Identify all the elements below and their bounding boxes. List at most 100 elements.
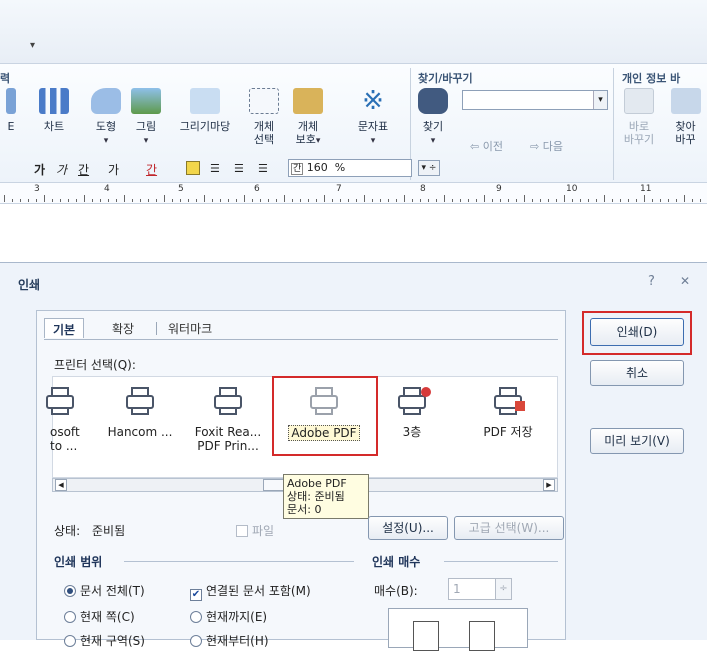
ruler-tick bbox=[436, 199, 437, 202]
ruler-tick bbox=[700, 199, 701, 202]
checkbox-include-linked[interactable]: ✔ 연결된 문서 포함(M) bbox=[190, 582, 311, 601]
print-to-file-checkbox[interactable]: 파일 bbox=[236, 522, 274, 539]
print-button[interactable]: 인쇄(D) bbox=[590, 318, 684, 346]
printer-icon bbox=[123, 385, 157, 417]
ruler-tick bbox=[260, 199, 261, 202]
bold-button[interactable]: 가 bbox=[34, 161, 45, 178]
group-title-find-replace: 찾기/바꾸기 bbox=[418, 72, 473, 85]
advanced-button[interactable]: 고급 선택(W)... bbox=[454, 516, 564, 540]
quick-access-dropdown-icon[interactable]: ▾ bbox=[30, 40, 35, 51]
settings-button[interactable]: 설정(U)... bbox=[368, 516, 448, 540]
find-prev-button[interactable]: ⇦ 이전 bbox=[470, 138, 503, 154]
ruler-tick bbox=[100, 199, 101, 202]
radio-whole-doc[interactable]: 문서 전체(T) bbox=[64, 582, 145, 599]
cancel-button[interactable]: 취소 bbox=[590, 360, 684, 386]
printer-item[interactable]: osoft to ... bbox=[30, 385, 90, 453]
ruler: 3 4 5 6 7 8 9 10 11 bbox=[0, 182, 707, 204]
binoculars-icon bbox=[418, 88, 448, 114]
ruler-tick bbox=[148, 199, 149, 202]
ruler-tick bbox=[348, 199, 349, 202]
radio-up-to-current[interactable]: 현재까지(E) bbox=[190, 608, 267, 625]
chart-button[interactable]: 차트 bbox=[34, 88, 74, 133]
ruler-tick bbox=[532, 199, 533, 202]
find-replace-button[interactable]: 찾아 바꾸 bbox=[664, 88, 707, 146]
ruler-label: 4 bbox=[104, 184, 110, 194]
strike-button[interactable]: 가 bbox=[108, 161, 119, 178]
picture-button[interactable]: 그림 ▾ bbox=[126, 88, 166, 148]
italic-button[interactable]: 가 bbox=[56, 161, 67, 178]
ruler-tick bbox=[68, 199, 69, 202]
align-justify-button[interactable] bbox=[186, 161, 200, 175]
ruler-label: 6 bbox=[254, 184, 260, 194]
radio-current-section[interactable]: 현재 구역(S) bbox=[64, 632, 145, 649]
tab-watermark[interactable]: 워터마크 bbox=[160, 318, 220, 338]
print-range-title: 인쇄 범위 bbox=[54, 555, 103, 569]
printer-icon bbox=[491, 385, 525, 417]
ruler-tick bbox=[116, 199, 117, 202]
tab-extended[interactable]: 확장 bbox=[104, 318, 142, 338]
font-color-button[interactable]: 간 bbox=[146, 161, 157, 178]
find-button[interactable]: 찾기 ▾ bbox=[414, 88, 452, 148]
radio-from-current[interactable]: 현재부터(H) bbox=[190, 632, 269, 649]
spacing-stepper[interactable]: ▾ ÷ bbox=[418, 160, 440, 176]
underline-button[interactable]: 간 bbox=[78, 161, 89, 178]
tab-basic[interactable]: 기본 bbox=[44, 318, 85, 338]
line-spacing-input[interactable]: 간 160 % bbox=[288, 159, 412, 177]
ruler-tick bbox=[108, 199, 109, 202]
ruler-tick bbox=[4, 195, 5, 202]
copies-input[interactable]: 1 ÷ bbox=[448, 578, 512, 600]
printer-item[interactable]: 3층 bbox=[372, 385, 452, 439]
ruler-tick bbox=[308, 199, 309, 202]
ruler-tick bbox=[300, 199, 301, 202]
ribbon-left-cut-button[interactable]: E bbox=[0, 88, 22, 133]
replace-button[interactable]: 바로 바꾸기 bbox=[618, 88, 660, 146]
ruler-tick bbox=[588, 199, 589, 202]
drawing-icon bbox=[190, 88, 220, 114]
ruler-tick bbox=[324, 195, 325, 202]
ruler-tick bbox=[396, 199, 397, 202]
ruler-tick bbox=[428, 199, 429, 202]
ruler-tick bbox=[660, 199, 661, 202]
ruler-tick bbox=[620, 199, 621, 202]
ruler-tick bbox=[644, 195, 645, 202]
shape-button[interactable]: 도형 ▾ bbox=[86, 88, 126, 148]
ruler-tick bbox=[44, 195, 45, 202]
align-left-icon[interactable]: ☰ bbox=[210, 162, 220, 175]
document-area[interactable] bbox=[0, 204, 707, 254]
ruler-label: 7 bbox=[336, 184, 342, 194]
object-select-button[interactable]: 개체 선택 bbox=[244, 88, 284, 146]
find-input[interactable]: ▾ bbox=[462, 90, 608, 110]
ruler-tick bbox=[204, 195, 205, 202]
ruler-tick bbox=[380, 199, 381, 202]
ruler-tick bbox=[140, 199, 141, 202]
drawing-button[interactable]: 그리기마당 bbox=[168, 88, 242, 133]
printer-item-adobe-pdf[interactable]: Adobe PDF bbox=[284, 385, 364, 441]
ruler-tick bbox=[524, 195, 525, 202]
radio-current-page[interactable]: 현재 쪽(C) bbox=[64, 608, 135, 625]
ruler-tick bbox=[372, 199, 373, 202]
close-icon[interactable]: ✕ bbox=[680, 274, 690, 288]
title-strip: ▾ bbox=[0, 0, 707, 64]
ruler-label: 11 bbox=[640, 184, 652, 194]
replace-icon bbox=[624, 88, 654, 114]
align-center-icon[interactable]: ☰ bbox=[234, 162, 244, 175]
ruler-tick bbox=[692, 199, 693, 202]
printer-item[interactable]: Hancom ... bbox=[100, 385, 180, 439]
help-icon[interactable]: ? bbox=[648, 274, 655, 289]
find-next-button[interactable]: ⇨ 다음 bbox=[530, 138, 563, 154]
ruler-tick bbox=[12, 199, 13, 202]
printer-select-label: 프린터 선택(Q): bbox=[54, 358, 136, 372]
ruler-tick bbox=[388, 199, 389, 202]
status-label: 상태: bbox=[54, 524, 81, 538]
preview-button[interactable]: 미리 보기(V) bbox=[590, 428, 684, 454]
align-right-icon[interactable]: ☰ bbox=[258, 162, 268, 175]
ruler-tick bbox=[84, 195, 85, 202]
shape-icon bbox=[91, 88, 121, 114]
printer-item[interactable]: Foxit Rea... PDF Prin... bbox=[188, 385, 268, 453]
char-map-button[interactable]: ※ 문자표 ▾ bbox=[350, 88, 396, 148]
printer-item[interactable]: PDF 저장 bbox=[468, 385, 548, 439]
ruler-tick bbox=[628, 199, 629, 202]
object-protect-button[interactable]: 개체 보호▾ bbox=[286, 88, 330, 148]
ruler-tick bbox=[244, 195, 245, 202]
ruler-tick bbox=[556, 199, 557, 202]
